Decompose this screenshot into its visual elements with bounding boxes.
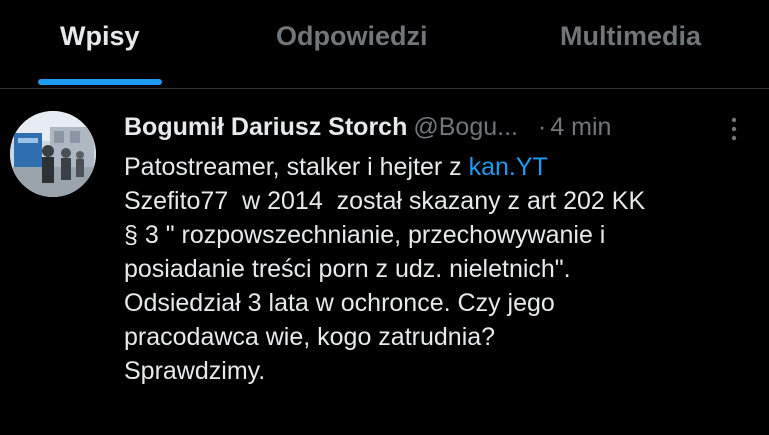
post-text-line: Odsiedział 3 lata w ochronce. Czy jego xyxy=(124,289,555,317)
post-text-line: § 3 " rozpowszechnianie, przechowywanie … xyxy=(124,221,606,249)
more-vertical-icon[interactable] xyxy=(726,114,742,144)
active-tab-indicator xyxy=(38,79,162,85)
post-text-line: pracodawca wie, kogo zatrudnia? xyxy=(124,323,496,351)
tab-posts[interactable]: Wpisy xyxy=(60,21,140,52)
tab-media[interactable]: Multimedia xyxy=(560,21,701,52)
post-text-line: Patostreamer, stalker i hejter z kan.YT xyxy=(124,150,754,184)
channel-link[interactable]: kan.YT xyxy=(469,153,548,181)
author-handle[interactable]: @Bogu... xyxy=(413,113,518,141)
profile-tabs: Wpisy Odpowiedzi Multimedia xyxy=(0,0,769,89)
avatar-photo xyxy=(10,111,96,197)
post-text-line: Szefito77 w 2014 został skazany z art 20… xyxy=(124,187,646,215)
post-text-segment: Patostreamer, stalker i hejter z xyxy=(124,153,469,181)
post-time[interactable]: 4 min xyxy=(550,113,611,141)
separator-dot: · xyxy=(537,113,547,141)
post-text-line: posiadanie treści porn z udz. nieletnich… xyxy=(124,255,571,283)
author-name[interactable]: Bogumił Dariusz Storch xyxy=(124,113,407,141)
post-text-line: Sprawdzimy. xyxy=(124,357,266,385)
tab-replies[interactable]: Odpowiedzi xyxy=(276,21,428,52)
post-header: Bogumił Dariusz Storch @Bogu... · 4 min xyxy=(124,112,611,146)
avatar[interactable] xyxy=(10,111,96,197)
post-text: Patostreamer, stalker i hejter z kan.YT … xyxy=(124,150,754,388)
